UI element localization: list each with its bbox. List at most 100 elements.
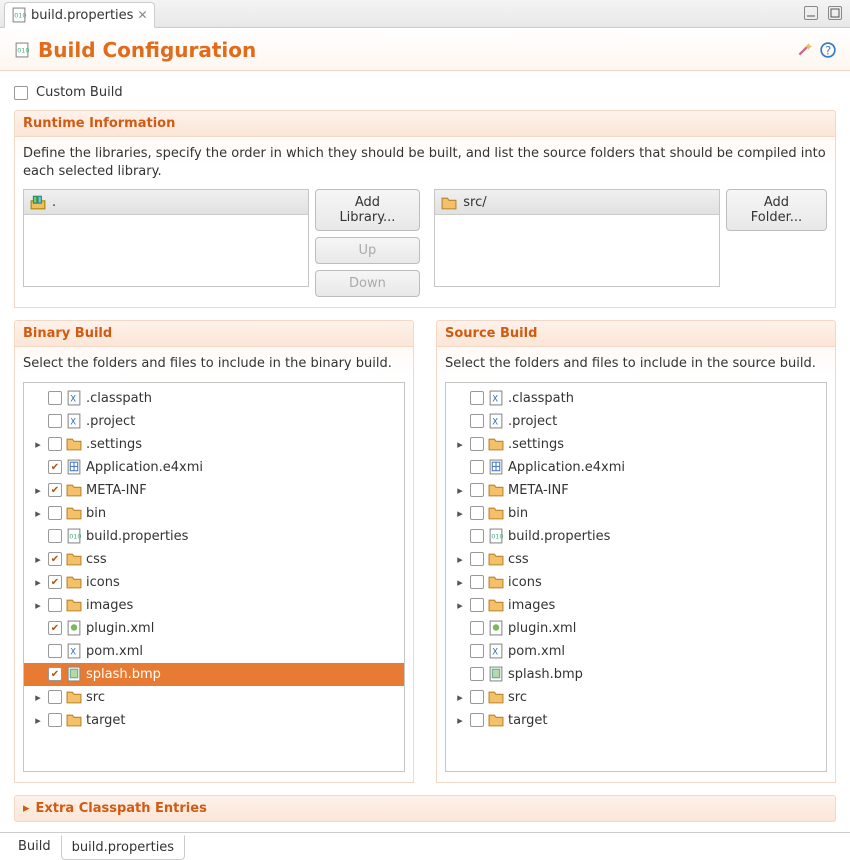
tree-item[interactable]: ▸icons bbox=[24, 571, 404, 594]
help-icon[interactable] bbox=[820, 42, 836, 58]
expand-arrow-icon[interactable]: ▸ bbox=[32, 714, 44, 727]
tree-item[interactable]: ▸Application.e4xmi bbox=[446, 456, 826, 479]
tree-item[interactable]: ▸bin bbox=[24, 502, 404, 525]
tree-item[interactable]: ▸.settings bbox=[24, 433, 404, 456]
source-folder-list[interactable]: src/ bbox=[434, 189, 720, 287]
tree-item[interactable]: ▸images bbox=[446, 594, 826, 617]
tree-item[interactable]: ▸Application.e4xmi bbox=[24, 456, 404, 479]
tree-item[interactable]: ▸target bbox=[24, 709, 404, 732]
subtab-build[interactable]: Build bbox=[8, 835, 61, 860]
expand-arrow-icon[interactable]: ▸ bbox=[454, 576, 466, 589]
tree-item-label: .classpath bbox=[86, 391, 152, 406]
tree-item-checkbox[interactable] bbox=[48, 552, 62, 566]
tree-item[interactable]: ▸.settings bbox=[446, 433, 826, 456]
expand-arrow-icon[interactable]: ▸ bbox=[454, 553, 466, 566]
expand-arrow-icon[interactable]: ▸ bbox=[454, 599, 466, 612]
tree-item-checkbox[interactable] bbox=[470, 575, 484, 589]
tree-item[interactable]: ▸splash.bmp bbox=[446, 663, 826, 686]
subtab-build-properties[interactable]: build.properties bbox=[61, 835, 185, 860]
expand-arrow-icon[interactable]: ▸ bbox=[454, 691, 466, 704]
extra-classpath-section[interactable]: ▸ Extra Classpath Entries bbox=[14, 795, 836, 822]
tree-item[interactable]: ▸build.properties bbox=[446, 525, 826, 548]
tree-item-checkbox[interactable] bbox=[470, 667, 484, 681]
tree-item-checkbox[interactable] bbox=[48, 483, 62, 497]
tree-item[interactable]: ▸src bbox=[24, 686, 404, 709]
binary-build-tree[interactable]: ▸.classpath▸.project▸.settings▸Applicati… bbox=[23, 382, 405, 772]
library-list[interactable]: . bbox=[23, 189, 309, 287]
runtime-info-section: Runtime Information Define the libraries… bbox=[14, 110, 836, 308]
tree-item-checkbox[interactable] bbox=[470, 598, 484, 612]
close-tab-icon[interactable]: ✕ bbox=[137, 8, 147, 22]
folder-icon bbox=[488, 689, 504, 705]
up-button[interactable]: Up bbox=[315, 237, 421, 264]
tree-item[interactable]: ▸src bbox=[446, 686, 826, 709]
tree-item[interactable]: ▸target bbox=[446, 709, 826, 732]
tree-item[interactable]: ▸icons bbox=[446, 571, 826, 594]
maximize-button[interactable] bbox=[828, 6, 842, 20]
tree-item-checkbox[interactable] bbox=[48, 506, 62, 520]
wizard-icon[interactable] bbox=[796, 42, 812, 58]
expand-arrow-icon[interactable]: ▸ bbox=[32, 507, 44, 520]
tree-item[interactable]: ▸css bbox=[24, 548, 404, 571]
tree-item-checkbox[interactable] bbox=[48, 667, 62, 681]
tree-item-checkbox[interactable] bbox=[470, 391, 484, 405]
tree-item[interactable]: ▸build.properties bbox=[24, 525, 404, 548]
down-button[interactable]: Down bbox=[315, 270, 421, 297]
tree-item[interactable]: ▸META-INF bbox=[24, 479, 404, 502]
tree-item-checkbox[interactable] bbox=[48, 414, 62, 428]
tree-item-checkbox[interactable] bbox=[470, 414, 484, 428]
expand-arrow-icon[interactable]: ▸ bbox=[32, 553, 44, 566]
tree-item[interactable]: ▸bin bbox=[446, 502, 826, 525]
tree-item-checkbox[interactable] bbox=[470, 644, 484, 658]
expand-arrow-icon[interactable]: ▸ bbox=[32, 691, 44, 704]
editor-tab-build-properties[interactable]: build.properties ✕ bbox=[4, 2, 155, 28]
tree-item-checkbox[interactable] bbox=[48, 644, 62, 658]
expand-arrow-icon[interactable]: ▸ bbox=[454, 484, 466, 497]
expand-arrow-icon[interactable]: ▸ bbox=[32, 576, 44, 589]
file-icon bbox=[488, 620, 504, 636]
tree-item[interactable]: ▸images bbox=[24, 594, 404, 617]
tree-item-checkbox[interactable] bbox=[48, 437, 62, 451]
expand-arrow-icon[interactable]: ▸ bbox=[32, 484, 44, 497]
expand-arrow-icon[interactable]: ▸ bbox=[454, 507, 466, 520]
tree-item-checkbox[interactable] bbox=[470, 437, 484, 451]
tree-item[interactable]: ▸.project bbox=[24, 410, 404, 433]
tree-item-checkbox[interactable] bbox=[470, 713, 484, 727]
tree-item-checkbox[interactable] bbox=[48, 391, 62, 405]
tree-item-checkbox[interactable] bbox=[48, 690, 62, 704]
tree-item[interactable]: ▸pom.xml bbox=[24, 640, 404, 663]
expand-arrow-icon[interactable]: ▸ bbox=[454, 438, 466, 451]
tree-item[interactable]: ▸pom.xml bbox=[446, 640, 826, 663]
add-library-button[interactable]: Add Library... bbox=[315, 189, 421, 231]
editor-subtabs: Build build.properties bbox=[0, 832, 850, 860]
tree-item-checkbox[interactable] bbox=[48, 460, 62, 474]
tree-item[interactable]: ▸plugin.xml bbox=[446, 617, 826, 640]
custom-build-option[interactable]: Custom Build bbox=[14, 79, 836, 110]
tree-item-checkbox[interactable] bbox=[470, 483, 484, 497]
tree-item[interactable]: ▸.project bbox=[446, 410, 826, 433]
minimize-button[interactable] bbox=[804, 6, 818, 20]
source-build-tree[interactable]: ▸.classpath▸.project▸.settings▸Applicati… bbox=[445, 382, 827, 772]
tree-item[interactable]: ▸META-INF bbox=[446, 479, 826, 502]
tree-item[interactable]: ▸css bbox=[446, 548, 826, 571]
tree-item-checkbox[interactable] bbox=[48, 621, 62, 635]
expand-arrow-icon[interactable]: ▸ bbox=[32, 438, 44, 451]
tree-item-checkbox[interactable] bbox=[48, 529, 62, 543]
tree-item-checkbox[interactable] bbox=[470, 506, 484, 520]
tree-item-checkbox[interactable] bbox=[48, 598, 62, 612]
tree-item-checkbox[interactable] bbox=[470, 529, 484, 543]
custom-build-checkbox[interactable] bbox=[14, 86, 28, 100]
add-folder-button[interactable]: Add Folder... bbox=[726, 189, 827, 231]
tree-item[interactable]: ▸plugin.xml bbox=[24, 617, 404, 640]
expand-arrow-icon[interactable]: ▸ bbox=[454, 714, 466, 727]
tree-item-checkbox[interactable] bbox=[48, 575, 62, 589]
expand-arrow-icon[interactable]: ▸ bbox=[32, 599, 44, 612]
tree-item[interactable]: ▸splash.bmp bbox=[24, 663, 404, 686]
tree-item-checkbox[interactable] bbox=[470, 460, 484, 474]
tree-item[interactable]: ▸.classpath bbox=[446, 387, 826, 410]
tree-item-checkbox[interactable] bbox=[470, 621, 484, 635]
tree-item-checkbox[interactable] bbox=[470, 690, 484, 704]
tree-item-checkbox[interactable] bbox=[48, 713, 62, 727]
tree-item-checkbox[interactable] bbox=[470, 552, 484, 566]
tree-item[interactable]: ▸.classpath bbox=[24, 387, 404, 410]
